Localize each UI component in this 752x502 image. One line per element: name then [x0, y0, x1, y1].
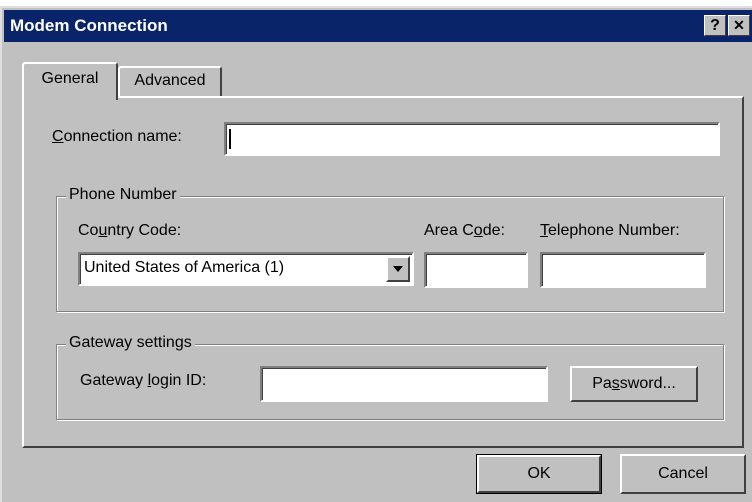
cancel-button[interactable]: Cancel [620, 454, 746, 494]
help-icon: ? [710, 17, 720, 34]
area-code-input[interactable] [424, 252, 528, 288]
tab-general-label: General [41, 70, 99, 87]
telephone-number-input[interactable] [540, 252, 706, 288]
country-code-value: United States of America (1) [84, 259, 285, 276]
tab-advanced[interactable]: Advanced [118, 66, 222, 96]
ok-button-label: OK [527, 465, 551, 482]
help-button[interactable]: ? [704, 15, 726, 36]
cancel-button-label: Cancel [658, 465, 708, 482]
password-button-label: Password... [592, 375, 676, 392]
connection-name-label: Connection name: [52, 128, 182, 145]
phone-number-legend: Phone Number [66, 186, 180, 204]
gateway-login-label: Gateway login ID: [80, 372, 207, 389]
password-button[interactable]: Password... [570, 366, 698, 402]
gateway-settings-legend: Gateway settings [66, 334, 195, 352]
chevron-down-icon [393, 266, 403, 272]
close-button[interactable]: ✕ [728, 15, 750, 36]
dialog-title: Modem Connection [10, 16, 168, 35]
tab-general[interactable]: General [22, 62, 118, 100]
country-code-label: Country Code: [78, 222, 182, 239]
dialog-window: Modem Connection ? ✕ General Advanced Co… [0, 6, 752, 502]
gateway-login-input[interactable] [260, 366, 548, 402]
telephone-number-label: Telephone Number: [540, 222, 680, 239]
dropdown-button[interactable] [386, 256, 410, 282]
tab-advanced-label: Advanced [134, 72, 206, 89]
connection-name-input[interactable] [224, 122, 720, 156]
ok-button-face: OK [477, 455, 601, 493]
country-code-select[interactable]: United States of America (1) [78, 252, 414, 286]
tab-panel: Connection name: Phone Number Country Co… [22, 96, 744, 448]
title-bar: Modem Connection ? ✕ [4, 10, 752, 42]
close-icon: ✕ [733, 17, 745, 33]
text-caret [229, 129, 231, 149]
area-code-label: Area Code: [424, 222, 505, 239]
ok-button[interactable]: OK [476, 454, 602, 494]
